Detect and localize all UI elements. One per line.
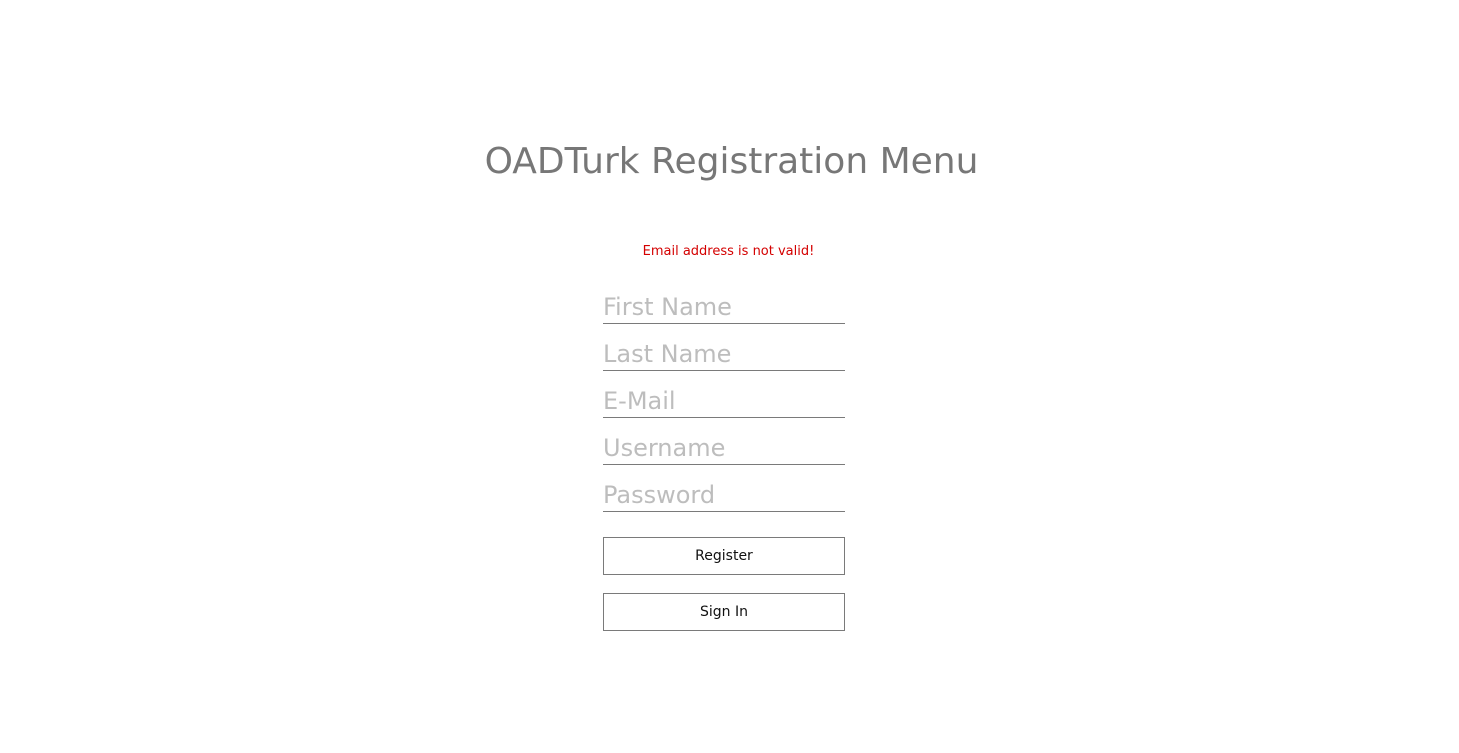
registration-form: Register Sign In xyxy=(603,291,845,631)
register-button[interactable]: Register xyxy=(603,537,845,575)
page-title: OADTurk Registration Menu xyxy=(484,141,979,182)
username-input[interactable] xyxy=(603,432,845,465)
error-message: Email address is not valid! xyxy=(642,244,815,259)
last-name-input[interactable] xyxy=(603,338,845,371)
password-input[interactable] xyxy=(603,479,845,512)
registration-page: OADTurk Registration Menu Email address … xyxy=(0,0,1459,753)
email-input[interactable] xyxy=(603,385,845,418)
first-name-input[interactable] xyxy=(603,291,845,324)
sign-in-button[interactable]: Sign In xyxy=(603,593,845,631)
